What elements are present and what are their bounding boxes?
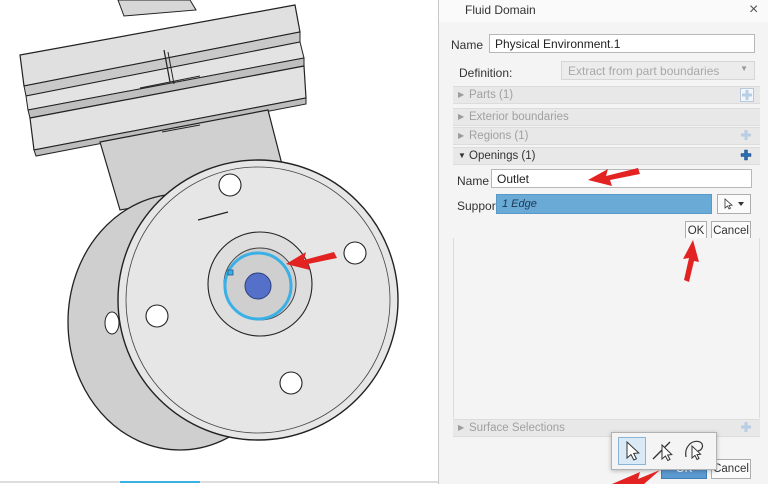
support-field[interactable]: 1 Edge <box>496 194 712 214</box>
section-regions-label: Regions (1) <box>469 130 529 142</box>
add-region-icon[interactable] <box>740 129 754 143</box>
cursor-dropdown-icon <box>724 198 744 210</box>
3d-viewport[interactable] <box>0 0 438 484</box>
section-surface-label: Surface Selections <box>469 422 565 434</box>
expand-arrow-icon: ▶ <box>458 90 465 99</box>
selection-toolbar <box>611 432 717 470</box>
openings-panel-body <box>453 238 760 418</box>
section-openings[interactable]: ▼ Openings (1) <box>453 147 760 165</box>
close-icon[interactable]: × <box>749 1 758 19</box>
section-parts[interactable]: ▶ Parts (1) <box>453 86 760 104</box>
section-openings-label: Openings (1) <box>469 150 536 162</box>
fluid-domain-dialog: Fluid Domain × Name Physical Environment… <box>438 0 768 484</box>
selection-mode-dropdown[interactable] <box>717 194 751 214</box>
expand-arrow-icon: ▶ <box>458 131 465 140</box>
section-regions[interactable]: ▶ Regions (1) <box>453 127 760 145</box>
section-exterior[interactable]: ▶ Exterior boundaries <box>453 108 760 126</box>
expand-arrow-icon: ▶ <box>458 423 465 432</box>
section-exterior-label: Exterior boundaries <box>469 111 569 123</box>
support-label: Support <box>457 199 500 213</box>
select-arrow-icon[interactable] <box>618 437 646 465</box>
add-part-icon[interactable] <box>740 88 754 102</box>
collapse-arrow-icon: ▼ <box>458 151 466 160</box>
dialog-title: Fluid Domain <box>465 3 536 17</box>
name-label: Name <box>451 38 484 52</box>
section-parts-label: Parts (1) <box>469 89 514 101</box>
opening-name-label: Name <box>457 174 490 188</box>
lasso-select-icon[interactable] <box>682 437 710 465</box>
annotation-arrow-viewport <box>286 252 337 270</box>
dialog-title-bar: Fluid Domain × <box>439 0 768 22</box>
edge-select-icon[interactable] <box>650 437 678 465</box>
definition-select: Extract from part boundaries ▼ <box>561 61 755 80</box>
application-window: Fluid Domain × Name Physical Environment… <box>0 0 768 484</box>
name-input[interactable]: Physical Environment.1 <box>489 34 755 53</box>
expand-arrow-icon: ▶ <box>458 112 465 121</box>
chevron-down-icon: ▼ <box>740 64 748 73</box>
opening-name-input[interactable]: Outlet <box>491 169 752 188</box>
dialog-cancel-button[interactable]: Cancel <box>711 459 751 479</box>
definition-label: Definition: <box>459 66 513 80</box>
definition-value: Extract from part boundaries <box>568 64 720 78</box>
add-opening-icon[interactable] <box>740 149 754 163</box>
add-surface-icon[interactable] <box>740 421 754 435</box>
